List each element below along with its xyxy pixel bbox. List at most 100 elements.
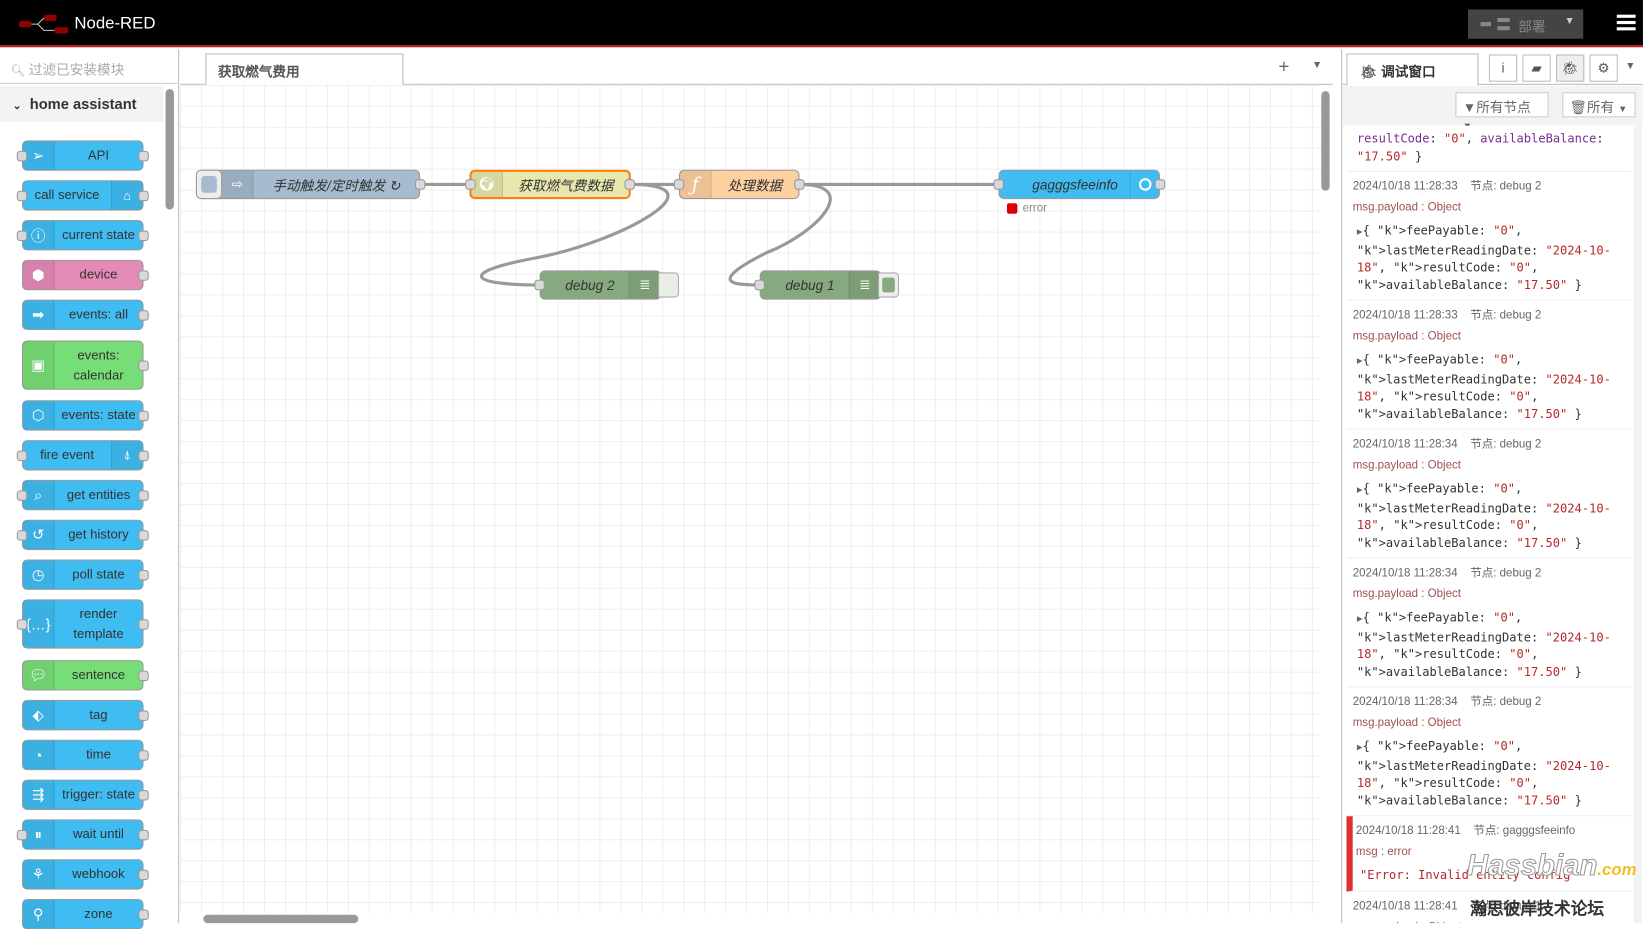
palette-node-zone[interactable]: ⚲ zone [22, 899, 149, 929]
palette-node-webhook[interactable]: ⚘ webhook [22, 859, 149, 890]
message-node[interactable]: 节点: debug 2 [1470, 696, 1541, 709]
clear-messages-select[interactable]: 🗑︎所有 ▼ [1562, 92, 1636, 118]
palette-node-device[interactable]: ⬢ device [22, 259, 149, 291]
list-icon: ≣ [628, 271, 661, 299]
deploy-button[interactable]: 部署 ▼ [1467, 9, 1584, 39]
flow-node-function[interactable]: ƒ 处理数据 [673, 169, 805, 200]
canvas-horizontal-scrollbar[interactable] [203, 914, 359, 924]
flow-node-ha-entity[interactable]: gagggsfeeinfo [993, 169, 1166, 200]
node-filter-select[interactable]: ▼所有节点 ▼ [1455, 92, 1549, 131]
palette-node-render-template[interactable]: {…} render template [16, 599, 149, 649]
message-node[interactable]: 节点: debug 2 [1470, 309, 1541, 322]
palette-node-tag[interactable]: ⬖ tag [22, 699, 149, 731]
flow-node-debug-1[interactable]: debug 1 ≣ [754, 270, 900, 300]
palette-node-get-entities[interactable]: ⌕ get entities [16, 479, 149, 511]
help-book-icon[interactable]: ▰ [1522, 54, 1551, 82]
tab-flow[interactable]: 获取燃气费用 [205, 53, 404, 86]
palette-node-api[interactable]: ➢ API [16, 140, 149, 171]
flow-node-http-request[interactable]: 🌍︎ 获取燃气费数据 [465, 169, 635, 200]
output-port [138, 309, 149, 321]
message-payload[interactable]: ▶{ "k">feePayable: "0", "k">lastMeterRea… [1353, 351, 1632, 422]
trash-icon: 🗑︎ [1569, 99, 1587, 116]
deploy-icon [1480, 17, 1510, 31]
palette-node-call-service[interactable]: call service ⌂ [16, 180, 149, 211]
hexagon-arrow-icon: ⬡ [23, 401, 55, 430]
palette-node-fire-event[interactable]: fire event ⍋ [16, 440, 149, 471]
inject-button[interactable] [195, 169, 223, 200]
palette-scrollbar[interactable] [165, 89, 174, 210]
message-node[interactable]: 节点: debug 2 [1470, 180, 1541, 193]
input-port [16, 829, 28, 840]
palette-node-poll-state[interactable]: ◷ poll state [22, 559, 149, 590]
palette-node-events-state[interactable]: ⬡ events: state [22, 400, 149, 431]
output-port [138, 908, 149, 920]
globe-icon: 🌍︎ [471, 171, 503, 197]
expand-caret-icon: ▶ [1356, 227, 1363, 238]
debug-toggle-off[interactable] [658, 272, 679, 298]
bug-icon: 🐞︎ [1360, 63, 1382, 80]
filter-label: 所有节点 [1476, 99, 1531, 116]
expand-caret-icon: ▶ [1356, 742, 1363, 754]
debug-bug-icon[interactable]: 🐞︎ [1555, 54, 1585, 82]
flow-canvas[interactable]: ⇨ 手动触发/定时触发 ↻ 🌍︎ 获取燃气费数据 ƒ 处理数据 gagggsfe… [180, 84, 1321, 913]
info-icon[interactable]: i [1488, 54, 1518, 82]
add-flow-icon[interactable]: + [1278, 56, 1289, 78]
message-node[interactable]: 节点: debug 2 [1470, 438, 1541, 451]
main-menu-icon[interactable] [1616, 14, 1636, 32]
palette-node-time[interactable]: ◔ time [22, 739, 149, 771]
signpost-icon: ⇶ [23, 780, 55, 809]
palette-node-trigger-state[interactable]: ⇶ trigger: state [22, 779, 149, 810]
palette-node-label: render template [73, 606, 124, 641]
output-port[interactable] [624, 179, 635, 190]
output-port [138, 789, 149, 800]
message-payload[interactable]: ▶{ "k">feePayable: "0", "k">lastMeterRea… [1353, 222, 1632, 293]
palette-node-sentence[interactable]: 💬︎ sentence [22, 660, 149, 691]
clear-label: 所有 [1586, 99, 1615, 116]
entity-search-icon: ⌕ [23, 480, 55, 510]
message-payload[interactable]: ▶{ "k">feePayable: "0", "k">lastMeterRea… [1353, 738, 1632, 809]
input-port[interactable] [754, 279, 765, 291]
tab-debug[interactable]: 🐞︎ 调试窗口 [1346, 53, 1479, 86]
palette-search-input[interactable]: 过滤已安装模块 [29, 62, 124, 78]
input-port[interactable] [673, 179, 685, 190]
flow-list-dropdown-icon[interactable]: ▼ [1312, 60, 1322, 72]
flow-node-debug-2[interactable]: debug 2 ≣ [534, 270, 679, 300]
gear-icon[interactable]: ⚙ [1589, 54, 1618, 82]
palette-node-events-all[interactable]: ➡ events: all [22, 299, 149, 331]
palette-category-header[interactable]: ⌄ home assistant [0, 85, 164, 122]
palette-node-current-state[interactable]: ⓘ current state [16, 220, 149, 251]
input-port[interactable] [993, 179, 1004, 190]
expand-caret-icon: ▶ [1356, 614, 1363, 625]
output-port [138, 670, 149, 681]
output-port[interactable] [1154, 179, 1166, 190]
debug-toggle-on[interactable] [878, 272, 900, 298]
flow-node-inject[interactable]: ⇨ 手动触发/定时触发 ↻ [195, 169, 426, 200]
palette-node-get-history[interactable]: ↺ get history [16, 519, 149, 551]
map-pin-icon: ⚲ [23, 900, 55, 929]
clock-icon: ◔ [23, 740, 55, 770]
speech-bubble-icon: 💬︎ [23, 661, 55, 690]
palette-node-wait-until[interactable]: ⏸︎ wait until [16, 819, 149, 850]
message-payload[interactable]: ▶{ "k">feePayable: "0", "k">lastMeterRea… [1353, 480, 1632, 551]
debug-scrollbar[interactable] [1633, 125, 1642, 924]
input-port[interactable] [465, 179, 476, 190]
palette-node-label: current state [62, 227, 135, 243]
canvas-vertical-scrollbar[interactable] [1321, 91, 1330, 191]
palette-node-label: fire event [40, 447, 94, 463]
sidebar-menu-dropdown-icon[interactable]: ▼ [1625, 61, 1635, 73]
sidebar-tabs: 🐞︎ 调试窗口 i ▰ 🐞︎ ⚙ ▼ [1342, 49, 1643, 86]
list-icon: ≣ [848, 271, 881, 299]
output-port[interactable] [794, 179, 805, 190]
palette-search[interactable]: 🔍︎ 过滤已安装模块 [0, 49, 180, 84]
palette-node-label: API [87, 147, 110, 163]
message-payload[interactable]: ▶{ "k">feePayable: "0", "k">lastMeterRea… [1353, 609, 1632, 680]
output-port[interactable] [414, 179, 426, 190]
message-node[interactable]: 节点: gagggsfeeinfo [1473, 825, 1575, 838]
message-path: msg.payload : Object [1352, 201, 1461, 214]
message-node[interactable]: 节点: debug 2 [1470, 567, 1541, 580]
palette-node-events-calendar[interactable]: ▣ events: calendar [22, 340, 149, 390]
arrow-right-icon: ➡ [23, 300, 55, 330]
input-port[interactable] [534, 279, 545, 291]
palette-node-label: webhook [72, 866, 125, 882]
deploy-dropdown-icon[interactable]: ▼ [1564, 16, 1574, 28]
